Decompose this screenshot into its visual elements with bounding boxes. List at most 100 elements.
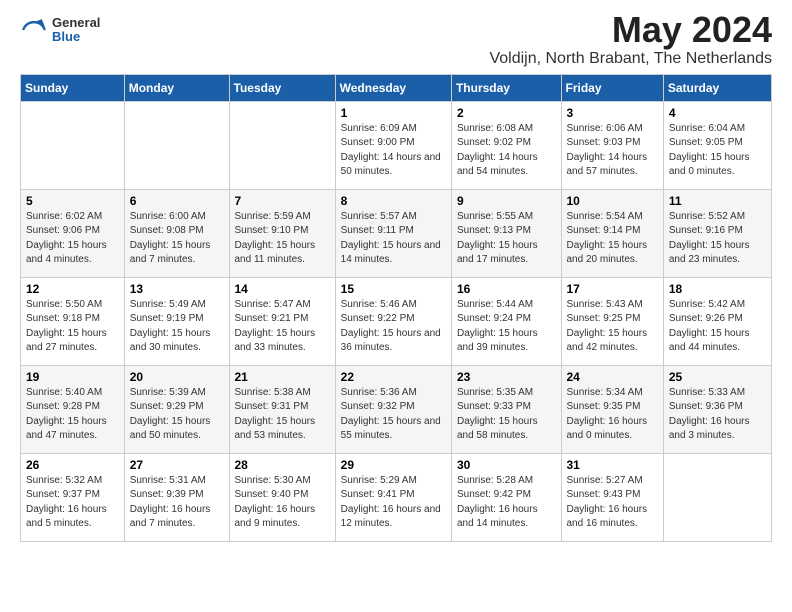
day-number: 19 [26, 370, 119, 384]
day-number: 20 [130, 370, 224, 384]
day-cell: 2 Sunrise: 6:08 AMSunset: 9:02 PMDaylight… [451, 101, 561, 189]
day-info: Sunrise: 6:08 AMSunset: 9:02 PMDaylight:… [457, 122, 556, 180]
week-row-4: 19Sunrise: 5:40 AMSunset: 9:28 PMDayligh… [21, 365, 772, 453]
day-number: 31 [567, 458, 658, 472]
week-row-5: 26 Sunrise: 5:32 AMSunset: 9:37 PMDayligh… [21, 453, 772, 541]
week-row-3: 12Sunrise: 5:50 AMSunset: 9:18 PMDayligh… [21, 277, 772, 365]
day-number: 4 [669, 106, 766, 120]
day-info: Sunrise: 5:35 AMSunset: 9:33 PMDaylight:… [457, 386, 556, 444]
weekday-header-saturday: Saturday [663, 74, 771, 101]
day-number: 21 [235, 370, 330, 384]
day-info: Sunrise: 5:32 AMSunset: 9:37 PMDaylight:… [26, 474, 119, 532]
day-cell: 4 Sunrise: 6:04 AMSunset: 9:05 PMDaylight… [663, 101, 771, 189]
week-row-2: 5 Sunrise: 6:02 AMSunset: 9:06 PMDaylight… [21, 189, 772, 277]
day-cell: 7Sunrise: 5:59 AMSunset: 9:10 PMDaylight… [229, 189, 335, 277]
title-area: May 2024 Voldijn, North Brabant, The Net… [489, 10, 772, 68]
day-cell: 9 Sunrise: 5:55 AMSunset: 9:13 PMDaylight… [451, 189, 561, 277]
day-cell: 27 Sunrise: 5:31 AMSunset: 9:39 PMDayligh… [124, 453, 229, 541]
location-title: Voldijn, North Brabant, The Netherlands [489, 50, 772, 68]
day-number: 1 [341, 106, 446, 120]
day-cell: 17Sunrise: 5:43 AMSunset: 9:25 PMDayligh… [561, 277, 663, 365]
logo: General Blue [20, 16, 100, 45]
day-cell: 19Sunrise: 5:40 AMSunset: 9:28 PMDayligh… [21, 365, 125, 453]
day-number: 16 [457, 282, 556, 296]
day-info: Sunrise: 6:06 AMSunset: 9:03 PMDaylight:… [567, 122, 658, 180]
day-number: 14 [235, 282, 330, 296]
day-info: Sunrise: 5:44 AMSunset: 9:24 PMDaylight:… [457, 298, 556, 356]
day-info: Sunrise: 5:38 AMSunset: 9:31 PMDaylight:… [235, 386, 330, 444]
day-cell: 11 Sunrise: 5:52 AMSunset: 9:16 PMDayligh… [663, 189, 771, 277]
day-number: 6 [130, 194, 224, 208]
day-cell [663, 453, 771, 541]
day-info: Sunrise: 5:31 AMSunset: 9:39 PMDaylight:… [130, 474, 224, 532]
day-number: 2 [457, 106, 556, 120]
day-number: 15 [341, 282, 446, 296]
day-cell: 13Sunrise: 5:49 AMSunset: 9:19 PMDayligh… [124, 277, 229, 365]
weekday-header-thursday: Thursday [451, 74, 561, 101]
day-info: Sunrise: 5:27 AMSunset: 9:43 PMDaylight:… [567, 474, 658, 532]
weekday-header-tuesday: Tuesday [229, 74, 335, 101]
weekday-header-row: SundayMondayTuesdayWednesdayThursdayFrid… [21, 74, 772, 101]
day-number: 10 [567, 194, 658, 208]
day-info: Sunrise: 5:30 AMSunset: 9:40 PMDaylight:… [235, 474, 330, 532]
day-number: 18 [669, 282, 766, 296]
day-info: Sunrise: 5:57 AMSunset: 9:11 PMDaylight:… [341, 210, 446, 268]
logo-text: General Blue [52, 16, 100, 45]
day-cell: 22 Sunrise: 5:36 AMSunset: 9:32 PMDayligh… [335, 365, 451, 453]
day-cell: 31 Sunrise: 5:27 AMSunset: 9:43 PMDayligh… [561, 453, 663, 541]
day-number: 8 [341, 194, 446, 208]
day-number: 24 [567, 370, 658, 384]
day-cell: 29Sunrise: 5:29 AMSunset: 9:41 PMDayligh… [335, 453, 451, 541]
day-number: 3 [567, 106, 658, 120]
header: General Blue May 2024 Voldijn, North Bra… [20, 10, 772, 68]
day-number: 11 [669, 194, 766, 208]
logo-general: General [52, 16, 100, 30]
day-info: Sunrise: 5:50 AMSunset: 9:18 PMDaylight:… [26, 298, 119, 356]
logo-blue: Blue [52, 30, 100, 44]
day-number: 27 [130, 458, 224, 472]
day-info: Sunrise: 5:34 AMSunset: 9:35 PMDaylight:… [567, 386, 658, 444]
day-info: Sunrise: 5:28 AMSunset: 9:42 PMDaylight:… [457, 474, 556, 532]
day-info: Sunrise: 5:52 AMSunset: 9:16 PMDaylight:… [669, 210, 766, 268]
day-cell: 14 Sunrise: 5:47 AMSunset: 9:21 PMDayligh… [229, 277, 335, 365]
day-number: 9 [457, 194, 556, 208]
day-info: Sunrise: 5:54 AMSunset: 9:14 PMDaylight:… [567, 210, 658, 268]
day-info: Sunrise: 5:47 AMSunset: 9:21 PMDaylight:… [235, 298, 330, 356]
day-cell: 23 Sunrise: 5:35 AMSunset: 9:33 PMDayligh… [451, 365, 561, 453]
day-cell: 3 Sunrise: 6:06 AMSunset: 9:03 PMDaylight… [561, 101, 663, 189]
day-number: 5 [26, 194, 119, 208]
day-cell: 20Sunrise: 5:39 AMSunset: 9:29 PMDayligh… [124, 365, 229, 453]
day-cell: 15 Sunrise: 5:46 AMSunset: 9:22 PMDayligh… [335, 277, 451, 365]
day-cell: 30Sunrise: 5:28 AMSunset: 9:42 PMDayligh… [451, 453, 561, 541]
day-number: 25 [669, 370, 766, 384]
day-info: Sunrise: 5:36 AMSunset: 9:32 PMDaylight:… [341, 386, 446, 444]
day-cell: 12Sunrise: 5:50 AMSunset: 9:18 PMDayligh… [21, 277, 125, 365]
day-number: 13 [130, 282, 224, 296]
weekday-header-sunday: Sunday [21, 74, 125, 101]
day-info: Sunrise: 6:09 AMSunset: 9:00 PMDaylight:… [341, 122, 446, 180]
day-number: 28 [235, 458, 330, 472]
day-info: Sunrise: 5:43 AMSunset: 9:25 PMDaylight:… [567, 298, 658, 356]
day-info: Sunrise: 5:55 AMSunset: 9:13 PMDaylight:… [457, 210, 556, 268]
day-cell: 1 Sunrise: 6:09 AMSunset: 9:00 PMDaylight… [335, 101, 451, 189]
day-cell: 28 Sunrise: 5:30 AMSunset: 9:40 PMDayligh… [229, 453, 335, 541]
day-number: 26 [26, 458, 119, 472]
day-number: 22 [341, 370, 446, 384]
logo-icon [20, 16, 48, 44]
day-number: 29 [341, 458, 446, 472]
day-cell: 6 Sunrise: 6:00 AMSunset: 9:08 PMDaylight… [124, 189, 229, 277]
calendar-table: SundayMondayTuesdayWednesdayThursdayFrid… [20, 74, 772, 542]
weekday-header-friday: Friday [561, 74, 663, 101]
day-info: Sunrise: 6:04 AMSunset: 9:05 PMDaylight:… [669, 122, 766, 180]
day-cell: 8 Sunrise: 5:57 AMSunset: 9:11 PMDaylight… [335, 189, 451, 277]
day-cell: 5 Sunrise: 6:02 AMSunset: 9:06 PMDaylight… [21, 189, 125, 277]
day-info: Sunrise: 6:00 AMSunset: 9:08 PMDaylight:… [130, 210, 224, 268]
weekday-header-wednesday: Wednesday [335, 74, 451, 101]
day-cell: 25Sunrise: 5:33 AMSunset: 9:36 PMDayligh… [663, 365, 771, 453]
day-number: 23 [457, 370, 556, 384]
day-cell: 26 Sunrise: 5:32 AMSunset: 9:37 PMDayligh… [21, 453, 125, 541]
day-cell: 10 Sunrise: 5:54 AMSunset: 9:14 PMDayligh… [561, 189, 663, 277]
week-row-1: 1 Sunrise: 6:09 AMSunset: 9:00 PMDaylight… [21, 101, 772, 189]
day-info: Sunrise: 6:02 AMSunset: 9:06 PMDaylight:… [26, 210, 119, 268]
day-info: Sunrise: 5:46 AMSunset: 9:22 PMDaylight:… [341, 298, 446, 356]
